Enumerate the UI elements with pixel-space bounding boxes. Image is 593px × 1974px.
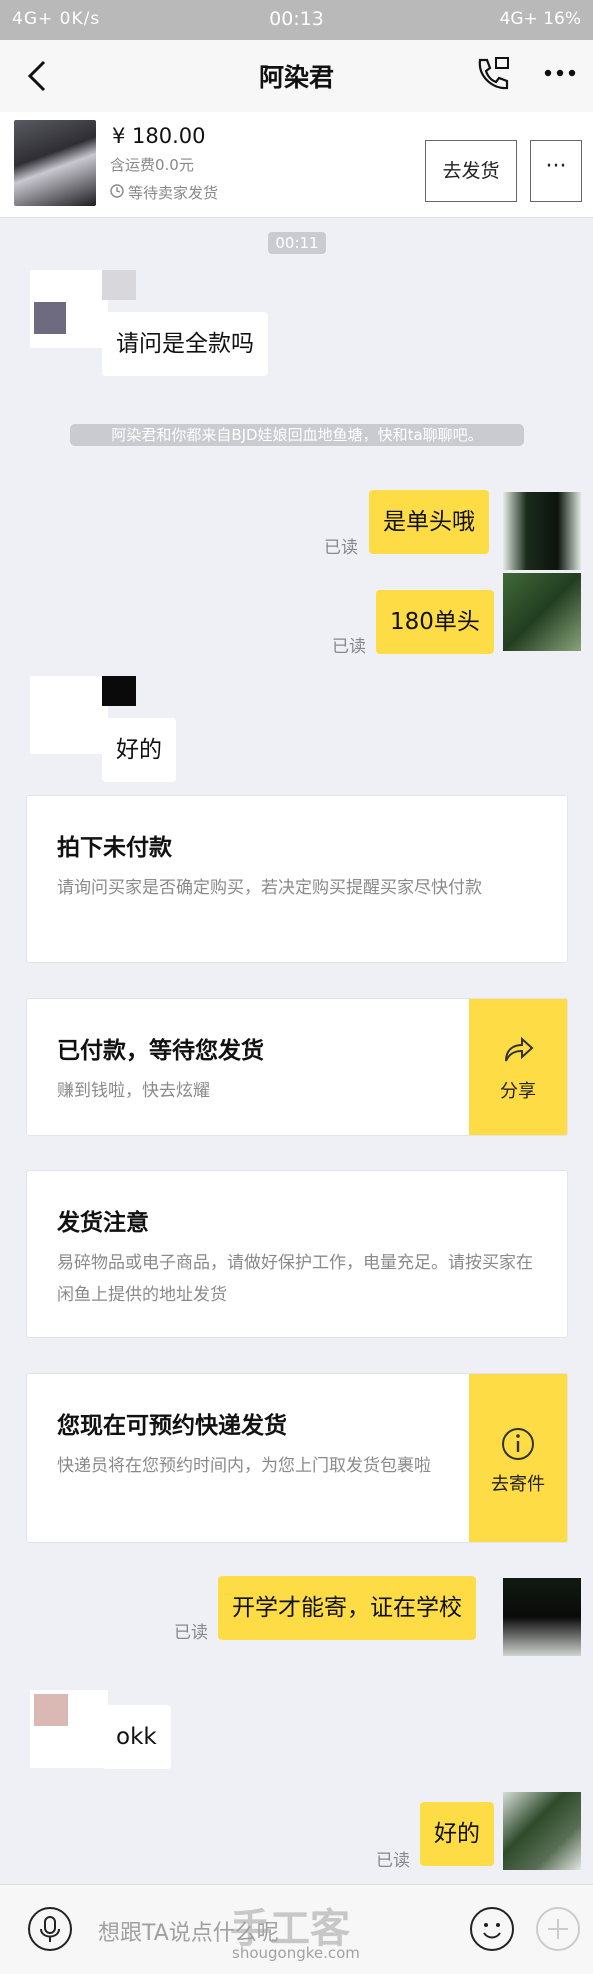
order-tip-card-unpaid[interactable]: 拍下未付款 请询问买家是否确定购买，若决定购买提醒买家尽快付款 [26, 795, 568, 963]
message-bubble[interactable]: 180单头 [376, 590, 494, 654]
more-icon[interactable] [540, 58, 580, 88]
emoji-icon[interactable] [470, 1907, 514, 1951]
info-icon [502, 1428, 534, 1460]
card-title: 发货注意 [57, 1210, 149, 1236]
card-title: 您现在可预约快递发货 [57, 1413, 287, 1439]
product-shipping: 含运费0.0元 [110, 156, 194, 174]
share-icon [505, 1036, 534, 1062]
read-receipt: 已读 [174, 1623, 208, 1643]
card-title: 已付款，等待您发货 [57, 1038, 264, 1064]
avatar[interactable] [503, 1578, 581, 1656]
avatar[interactable] [503, 492, 581, 570]
shipping-notice-card[interactable]: 发货注意 易碎物品或电子商品，请做好保护工作，电量充足。请按买家在闲鱼上提供的地… [26, 1170, 568, 1338]
order-status-text: 等待卖家发货 [128, 184, 219, 202]
clock-icon [110, 184, 124, 198]
watermark-url: shougongke.com [232, 1944, 360, 1962]
avatar[interactable] [503, 1792, 581, 1870]
product-more-button[interactable]: ··· [530, 140, 582, 202]
send-package-button[interactable]: 去寄件 [469, 1374, 567, 1542]
order-tip-card-paid[interactable]: 已付款，等待您发货 赚到钱啦，快去炫耀 分享 [26, 998, 568, 1136]
avatar[interactable] [30, 270, 136, 348]
microphone-icon[interactable] [28, 1907, 72, 1951]
message-bubble[interactable]: okk [102, 1705, 171, 1769]
avatar[interactable] [30, 676, 136, 754]
product-thumbnail[interactable] [14, 120, 96, 206]
share-button[interactable]: 分享 [469, 999, 567, 1135]
chat-timestamp: 00:11 [268, 232, 326, 254]
card-description: 请询问买家是否确定购买，若决定购买提醒买家尽快付款 [57, 878, 482, 898]
ship-button[interactable]: 去发货 [425, 140, 517, 202]
message-bubble[interactable]: 请问是全款吗 [102, 312, 268, 376]
message-bubble[interactable]: 好的 [420, 1802, 494, 1866]
product-panel: ¥ 180.00 含运费0.0元 等待卖家发货 去发货 ··· [0, 112, 593, 218]
avatar[interactable] [503, 573, 581, 651]
order-status: 等待卖家发货 [110, 182, 218, 203]
status-bar: 4G+ 0K/s 00:13 4G+ 16% [0, 0, 593, 40]
system-note: 阿染君和你都来自BJD娃娘回血地鱼塘，快和ta聊聊吧。 [70, 424, 524, 446]
add-icon[interactable] [536, 1907, 580, 1951]
share-label: 分享 [500, 1081, 536, 1102]
status-battery: 4G+ 16% [499, 9, 581, 29]
send-package-label: 去寄件 [491, 1474, 545, 1495]
card-title: 拍下未付款 [57, 835, 172, 861]
courier-pickup-card[interactable]: 您现在可预约快递发货 快递员将在您预约时间内，为您上门取发货包裹啦 去寄件 [26, 1373, 568, 1543]
card-description: 快递员将在您预约时间内，为您上门取发货包裹啦 [57, 1456, 431, 1476]
card-description: 赚到钱啦，快去炫耀 [57, 1081, 210, 1101]
message-bubble[interactable]: 好的 [102, 718, 176, 782]
card-description: 易碎物品或电子商品，请做好保护工作，电量充足。请按买家在闲鱼上提供的地址发货 [57, 1253, 533, 1305]
read-receipt: 已读 [332, 637, 366, 657]
product-price: ¥ 180.00 [112, 124, 206, 148]
avatar[interactable] [30, 1690, 108, 1768]
message-bubble[interactable]: 是单头哦 [369, 490, 489, 554]
phone-icon[interactable] [472, 54, 512, 94]
title-bar: 阿染君 [0, 40, 593, 112]
message-bubble[interactable]: 开学才能寄，证在学校 [218, 1576, 476, 1640]
read-receipt: 已读 [324, 538, 358, 558]
read-receipt: 已读 [376, 1851, 410, 1871]
